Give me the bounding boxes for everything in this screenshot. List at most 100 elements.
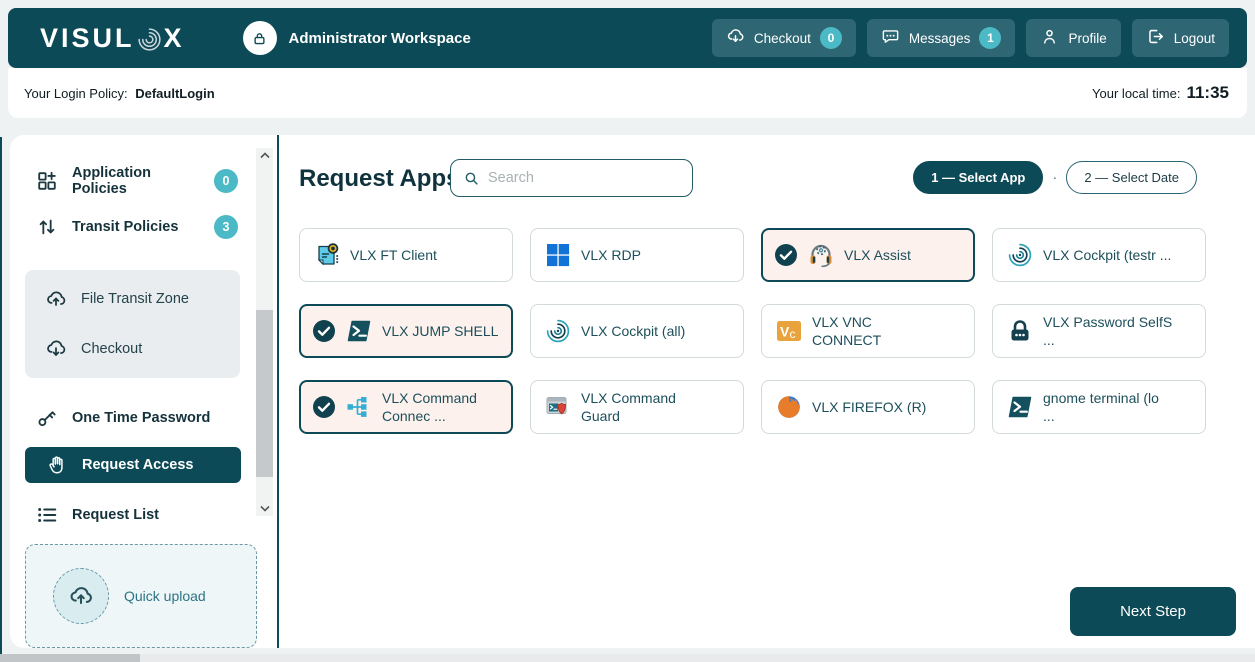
file-transit-group: File Transit Zone Checkout (25, 270, 240, 378)
app-card-label: VLX FIREFOX (R) (812, 398, 926, 416)
logout-button[interactable]: Logout (1132, 19, 1229, 57)
quick-upload-circle (53, 568, 109, 624)
cloud-upload-icon (45, 288, 67, 310)
cockpit-icon (544, 317, 572, 345)
quick-upload-label: Quick upload (124, 588, 206, 604)
app-card-vlx-rdp[interactable]: VLX RDP (530, 228, 744, 282)
sidebar-item-checkout[interactable]: Checkout (25, 334, 240, 364)
powershell-icon (345, 317, 373, 345)
ft-client-icon (313, 241, 341, 269)
count-badge: 0 (214, 169, 238, 193)
login-policy-label: Your Login Policy: (24, 86, 128, 101)
page-title: Request Apps (299, 165, 459, 193)
terminal-shield-icon (544, 393, 572, 421)
count-badge: 3 (214, 215, 238, 239)
app-card-label: VLX JUMP SHELL (382, 322, 498, 340)
checkout-label: Checkout (754, 31, 811, 46)
profile-button[interactable]: Profile (1026, 19, 1120, 57)
svg-text:V: V (780, 324, 790, 340)
brand-text-left: VISUL (40, 23, 135, 54)
step-indicator: 1 — Select App · 2 — Select Date (913, 161, 1197, 194)
app-card-label: VLX Command Connec ... (382, 389, 503, 425)
app-card-label: VLX Cockpit (testr ... (1043, 246, 1171, 264)
check-circle-icon (312, 395, 336, 419)
app-card-vlx-assist[interactable]: VLX Assist (761, 228, 975, 282)
app-card-vlx-vnc-connect[interactable]: Vc VLX VNC CONNECT (761, 304, 975, 358)
workspace-lock-icon (243, 21, 277, 55)
svg-text:c: c (790, 327, 796, 341)
search-box (450, 159, 693, 197)
cloud-download-icon (726, 27, 745, 49)
step-select-app[interactable]: 1 — Select App (913, 161, 1043, 194)
logout-label: Logout (1174, 31, 1215, 46)
scroll-down-icon[interactable] (256, 501, 273, 516)
app-card-label: VLX VNC CONNECT (812, 313, 942, 349)
info-bar: Your Login Policy: DefaultLogin Your loc… (8, 68, 1247, 118)
sidebar: Application Policies 0 Transit Policies 3 F… (10, 135, 256, 648)
sidebar-item-request-list[interactable]: Request List (10, 500, 256, 530)
windows-icon (544, 241, 572, 269)
checkout-count-badge: 0 (820, 27, 842, 49)
node-tree-icon (345, 393, 373, 421)
spiral-o-icon (136, 26, 163, 53)
sidebar-item-application-policies[interactable]: Application Policies 0 (10, 166, 256, 196)
sidebar-item-one-time-password[interactable]: One Time Password (10, 403, 256, 433)
app-card-label: VLX Assist (844, 246, 911, 264)
app-card-gnome-terminal-lo[interactable]: gnome terminal (lo ... (992, 380, 1206, 434)
messages-label: Messages (909, 31, 971, 46)
app-card-vlx-cockpit-testr[interactable]: VLX Cockpit (testr ... (992, 228, 1206, 282)
horizontal-scrollbar-thumb[interactable] (0, 654, 140, 662)
next-step-button[interactable]: Next Step (1070, 587, 1236, 636)
sidebar-item-label: Application Policies (72, 165, 200, 197)
local-time: Your local time: 11:35 (1092, 83, 1229, 103)
app-card-label: VLX Command Guard (581, 389, 711, 425)
workspace-title: Administrator Workspace (289, 30, 471, 47)
app-card-vlx-cockpit-all[interactable]: VLX Cockpit (all) (530, 304, 744, 358)
app-card-vlx-firefox-r[interactable]: VLX FIREFOX (R) (761, 380, 975, 434)
app-header: VISUL X Administrator Workspace (8, 8, 1247, 68)
login-policy: Your Login Policy: DefaultLogin (24, 86, 215, 101)
app-card-vlx-ft-client[interactable]: VLX FT Client (299, 228, 513, 282)
sidebar-item-request-access[interactable]: Request Access (25, 447, 241, 483)
sidebar-item-file-transit-zone[interactable]: File Transit Zone (25, 284, 240, 314)
horizontal-scrollbar[interactable] (0, 654, 1255, 662)
app-card-label: VLX RDP (581, 246, 641, 264)
messages-count-badge: 1 (979, 27, 1001, 49)
sidebar-item-label: One Time Password (72, 410, 210, 426)
app-card-vlx-password-selfs[interactable]: VLX Password SelfS ... (992, 304, 1206, 358)
sidebar-item-label: File Transit Zone (81, 291, 189, 307)
list-icon (36, 504, 58, 526)
visulox-logo: VISUL X (40, 23, 185, 54)
app-card-vlx-command-guard[interactable]: VLX Command Guard (530, 380, 744, 434)
key-icon (36, 407, 58, 429)
quick-upload-dropzone[interactable]: Quick upload (25, 544, 257, 648)
app-card-label: VLX Password SelfS ... (1043, 313, 1173, 349)
login-policy-value: DefaultLogin (135, 86, 214, 101)
header-actions: Checkout 0 Messages 1 (712, 19, 1229, 57)
search-input[interactable] (488, 170, 682, 186)
left-edge-line (0, 137, 2, 655)
sidebar-item-label: Transit Policies (72, 219, 178, 235)
scroll-up-icon[interactable] (256, 148, 273, 163)
sidebar-scrollbar[interactable] (256, 148, 273, 516)
messages-button[interactable]: Messages 1 (867, 19, 1016, 57)
vnc-icon: Vc (775, 317, 803, 345)
sidebar-item-label: Checkout (81, 341, 142, 357)
checkout-button[interactable]: Checkout 0 (712, 19, 856, 57)
step-select-date[interactable]: 2 — Select Date (1066, 161, 1197, 194)
app-card-vlx-command-connec[interactable]: VLX Command Connec ... (299, 380, 513, 434)
visulox-workspace: VISUL X Administrator Workspace (0, 0, 1255, 662)
padlock-icon (1006, 317, 1034, 345)
hand-icon (46, 454, 68, 476)
check-circle-icon (774, 243, 798, 267)
logout-icon (1146, 27, 1165, 49)
local-time-value: 11:35 (1186, 83, 1229, 103)
app-card-vlx-jump-shell[interactable]: VLX JUMP SHELL (299, 304, 513, 358)
cockpit-icon (1006, 241, 1034, 269)
scrollbar-thumb[interactable] (256, 310, 273, 477)
apps-grid: VLX FT Client VLX RDP VLX Assist VLX Cockpi… (299, 228, 1206, 434)
sidebar-item-transit-policies[interactable]: Transit Policies 3 (10, 212, 256, 242)
step-separator: · (1052, 169, 1057, 186)
arrows-up-down-icon (36, 216, 58, 238)
app-card-label: VLX FT Client (350, 246, 437, 264)
